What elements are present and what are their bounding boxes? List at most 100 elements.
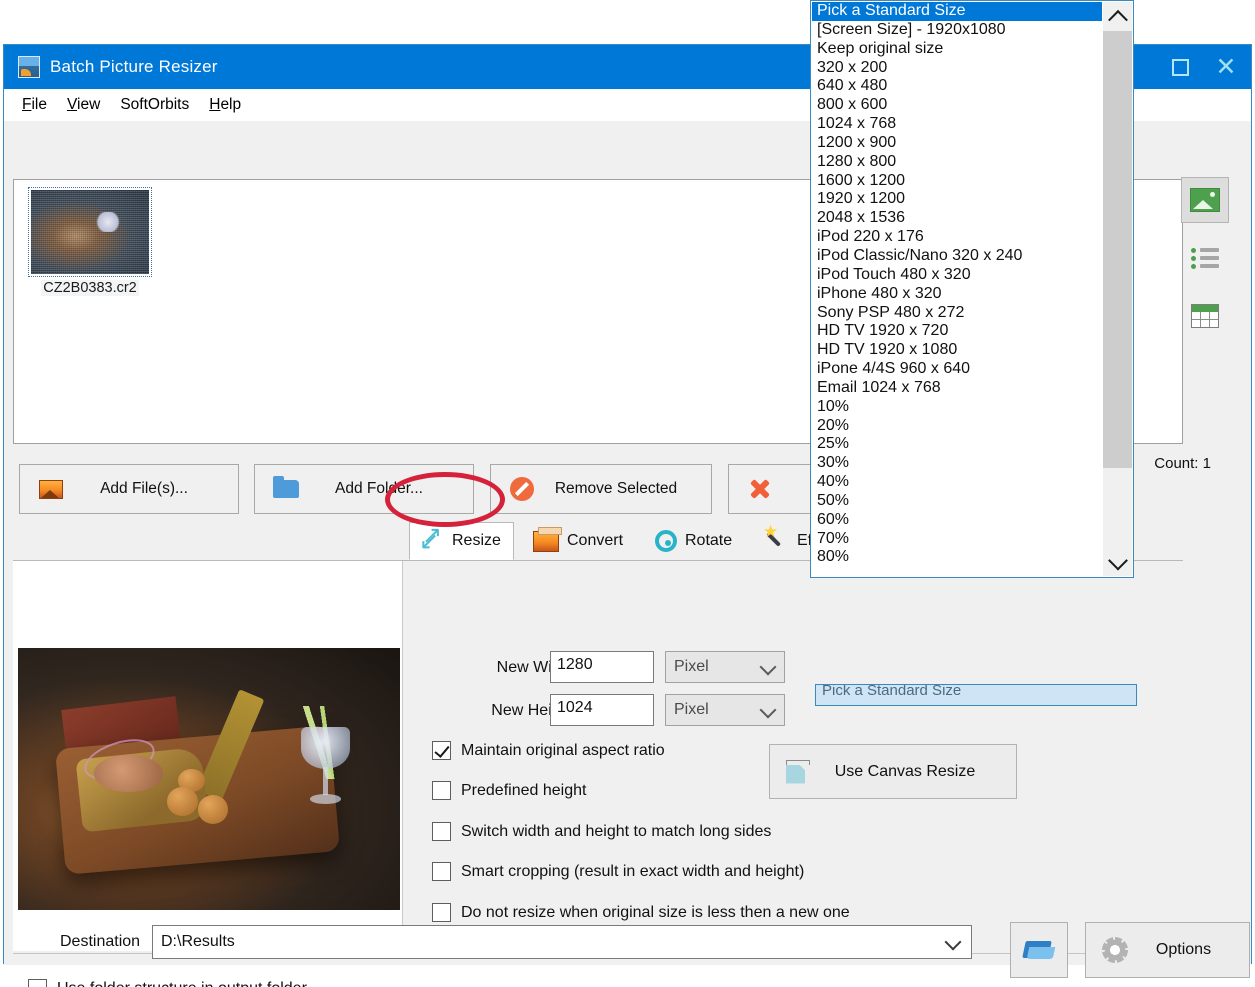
dropdown-scrollbar[interactable] bbox=[1103, 2, 1132, 576]
menu-item-file[interactable]: File bbox=[12, 94, 57, 116]
convert-image-icon bbox=[533, 531, 559, 552]
browse-folder-button[interactable] bbox=[1010, 922, 1068, 978]
dropdown-option[interactable]: Sony PSP 480 x 272 bbox=[812, 304, 1102, 323]
dropdown-option[interactable]: 1200 x 900 bbox=[812, 134, 1102, 153]
scroll-up-button[interactable] bbox=[1103, 2, 1132, 31]
dropdown-option[interactable]: HD TV 1920 x 720 bbox=[812, 322, 1102, 341]
menu-item-help[interactable]: Help bbox=[199, 94, 251, 116]
checkbox-box-icon bbox=[432, 781, 451, 800]
file-count-label: Count: 1 bbox=[1154, 455, 1211, 472]
thumbnail-filename: CZ2B0383.cr2 bbox=[41, 280, 139, 296]
new-height-unit-value: Pixel bbox=[674, 701, 709, 719]
tab-rotate[interactable]: Rotate bbox=[643, 522, 744, 560]
maximize-button[interactable] bbox=[1157, 45, 1203, 89]
dropdown-option[interactable]: iPod Classic/Nano 320 x 240 bbox=[812, 247, 1102, 266]
dropdown-option[interactable]: 2048 x 1536 bbox=[812, 209, 1102, 228]
dropdown-option[interactable]: 60% bbox=[812, 511, 1102, 530]
dropdown-option[interactable]: 40% bbox=[812, 473, 1102, 492]
dropdown-option[interactable]: iPod Touch 480 x 320 bbox=[812, 266, 1102, 285]
menu-item-view[interactable]: View bbox=[57, 94, 110, 116]
gear-icon bbox=[1102, 937, 1128, 963]
dropdown-option[interactable]: iPhone 480 x 320 bbox=[812, 285, 1102, 304]
menu-item-softorbits[interactable]: SoftOrbits bbox=[110, 94, 199, 116]
scrollbar-thumb[interactable] bbox=[1103, 31, 1132, 468]
dropdown-option[interactable]: 1280 x 800 bbox=[812, 153, 1102, 172]
smart-cropping-label: Smart cropping (result in exact width an… bbox=[461, 863, 804, 881]
checkbox-box-icon bbox=[432, 822, 451, 841]
dropdown-item-list[interactable]: Pick a Standard Size[Screen Size] - 1920… bbox=[812, 2, 1102, 576]
preview-pane bbox=[13, 561, 403, 951]
list-view-button[interactable] bbox=[1181, 235, 1229, 281]
new-width-input[interactable]: 1280 bbox=[550, 651, 654, 683]
dropdown-option[interactable]: 1600 x 1200 bbox=[812, 172, 1102, 191]
destination-label: Destination bbox=[60, 933, 140, 951]
add-files-button[interactable]: Add File(s)... bbox=[19, 464, 239, 514]
use-canvas-resize-label: Use Canvas Resize bbox=[814, 763, 1016, 781]
tab-rotate-label: Rotate bbox=[685, 532, 732, 550]
new-width-unit-value: Pixel bbox=[674, 658, 709, 676]
use-folder-structure-checkbox[interactable]: Use folder structure in output folder bbox=[28, 979, 307, 987]
new-height-input[interactable]: 1024 bbox=[550, 694, 654, 726]
new-width-unit-select[interactable]: Pixel bbox=[665, 651, 785, 683]
dropdown-option[interactable]: Pick a Standard Size bbox=[812, 2, 1102, 21]
do-not-resize-checkbox[interactable]: Do not resize when original size is less… bbox=[432, 903, 850, 922]
scroll-down-button[interactable] bbox=[1103, 547, 1132, 576]
tab-resize[interactable]: Resize bbox=[409, 522, 514, 560]
dropdown-option[interactable]: 1024 x 768 bbox=[812, 115, 1102, 134]
rotate-circle-icon bbox=[655, 530, 677, 552]
chevron-down-icon bbox=[1108, 550, 1128, 570]
use-canvas-resize-button[interactable]: Use Canvas Resize bbox=[769, 744, 1017, 799]
new-height-unit-select[interactable]: Pixel bbox=[665, 694, 785, 726]
dropdown-option[interactable]: 320 x 200 bbox=[812, 59, 1102, 78]
close-icon: ✕ bbox=[1216, 55, 1237, 80]
close-button[interactable]: ✕ bbox=[1203, 45, 1249, 89]
app-icon bbox=[18, 56, 40, 78]
dropdown-option[interactable]: 25% bbox=[812, 435, 1102, 454]
tab-convert[interactable]: Convert bbox=[521, 522, 635, 560]
checkbox-box-icon bbox=[432, 903, 451, 922]
switch-width-height-checkbox[interactable]: Switch width and height to match long si… bbox=[432, 822, 771, 841]
dropdown-option[interactable]: 1920 x 1200 bbox=[812, 190, 1102, 209]
options-label: Options bbox=[1128, 941, 1249, 959]
dropdown-option[interactable]: iPod 220 x 176 bbox=[812, 228, 1102, 247]
standard-size-combo[interactable]: Pick a Standard Size bbox=[815, 684, 1137, 706]
add-files-label: Add File(s)... bbox=[64, 480, 238, 498]
dropdown-option[interactable]: 640 x 480 bbox=[812, 77, 1102, 96]
standard-size-combo-value: Pick a Standard Size bbox=[822, 684, 961, 699]
dropdown-option[interactable]: iPone 4/4S 960 x 640 bbox=[812, 360, 1102, 379]
dropdown-option[interactable]: 10% bbox=[812, 398, 1102, 417]
dropdown-option[interactable]: [Screen Size] - 1920x1080 bbox=[812, 21, 1102, 40]
thumbnails-view-button[interactable] bbox=[1181, 177, 1229, 223]
dropdown-option[interactable]: Keep original size bbox=[812, 40, 1102, 59]
switch-width-height-label: Switch width and height to match long si… bbox=[461, 823, 771, 841]
predefined-height-checkbox[interactable]: Predefined height bbox=[432, 781, 586, 800]
destination-input[interactable]: D:\Results bbox=[152, 925, 972, 959]
smart-cropping-checkbox[interactable]: Smart cropping (result in exact width an… bbox=[432, 862, 804, 881]
add-folder-label: Add Folder... bbox=[299, 480, 473, 498]
details-view-button[interactable] bbox=[1181, 293, 1229, 339]
chevron-down-icon bbox=[945, 934, 962, 951]
checkbox-box-icon bbox=[432, 862, 451, 881]
dropdown-option[interactable]: 70% bbox=[812, 530, 1102, 549]
menu-view-rest: iew bbox=[77, 96, 100, 113]
open-folder-icon bbox=[1024, 939, 1054, 961]
options-button[interactable]: Options bbox=[1085, 922, 1250, 978]
dropdown-option[interactable]: 80% bbox=[812, 548, 1102, 567]
dropdown-option[interactable]: 20% bbox=[812, 417, 1102, 436]
destination-value: D:\Results bbox=[161, 933, 235, 951]
remove-selected-label: Remove Selected bbox=[535, 480, 711, 498]
dropdown-option[interactable]: HD TV 1920 x 1080 bbox=[812, 341, 1102, 360]
remove-selected-button[interactable]: Remove Selected bbox=[490, 464, 712, 514]
do-not-resize-label: Do not resize when original size is less… bbox=[461, 904, 850, 922]
standard-size-dropdown[interactable]: Pick a Standard Size[Screen Size] - 1920… bbox=[810, 0, 1134, 578]
dropdown-option[interactable]: 800 x 600 bbox=[812, 96, 1102, 115]
checkbox-box-icon bbox=[28, 979, 47, 987]
dropdown-option[interactable]: Email 1024 x 768 bbox=[812, 379, 1102, 398]
list-item[interactable]: CZ2B0383.cr2 bbox=[28, 190, 152, 296]
maintain-aspect-ratio-checkbox[interactable]: Maintain original aspect ratio bbox=[432, 741, 665, 760]
magic-wand-icon bbox=[765, 529, 789, 553]
maximize-icon bbox=[1172, 59, 1189, 76]
dropdown-option[interactable]: 30% bbox=[812, 454, 1102, 473]
dropdown-option[interactable]: 50% bbox=[812, 492, 1102, 511]
add-folder-button[interactable]: Add Folder... bbox=[254, 464, 474, 514]
